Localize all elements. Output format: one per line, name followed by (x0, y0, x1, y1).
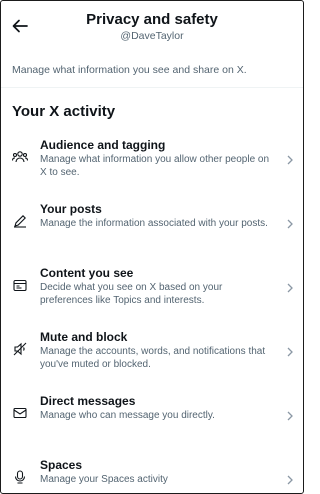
settings-item-label: Your posts (40, 202, 102, 216)
chevron-right-icon (287, 256, 293, 320)
settings-item-description: Manage your Spaces activity (40, 474, 168, 485)
settings-item-content-you-see[interactable]: Content you see Decide what you see on X… (1, 256, 303, 320)
envelope-icon (12, 405, 28, 421)
section-title: Your X activity (12, 103, 116, 120)
settings-item-spaces[interactable]: Spaces Manage your Spaces activity (1, 448, 303, 493)
settings-item-description: Manage who can message you directly. (40, 410, 215, 421)
settings-item-your-posts[interactable]: Your posts Manage the information associ… (1, 192, 303, 256)
settings-list: Audience and tagging Manage what informa… (1, 128, 303, 493)
chevron-right-icon (287, 128, 293, 192)
intro-text: Manage what information you see and shar… (1, 53, 303, 88)
page-title: Privacy and safety (86, 11, 218, 28)
settings-item-description: Manage the accounts, words, and notifica… (40, 346, 266, 370)
settings-item-label: Content you see (40, 266, 134, 280)
settings-item-mute-and-block[interactable]: Mute and block Manage the accounts, word… (1, 320, 303, 384)
settings-item-direct-messages[interactable]: Direct messages Manage who can message y… (1, 384, 303, 448)
people-icon (12, 149, 28, 165)
chevron-right-icon (287, 320, 293, 384)
settings-item-description: Manage the information associated with y… (40, 218, 268, 229)
settings-item-label: Mute and block (40, 330, 128, 344)
settings-item-audience-and-tagging[interactable]: Audience and tagging Manage what informa… (1, 128, 303, 192)
settings-item-label: Spaces (40, 458, 83, 472)
pencil-icon (12, 213, 28, 229)
chevron-right-icon (287, 192, 293, 256)
header: Privacy and safety @DaveTaylor (1, 1, 303, 53)
mute-icon (12, 341, 28, 357)
content-icon (12, 277, 28, 293)
chevron-right-icon (287, 448, 293, 493)
settings-panel: Privacy and safety @DaveTaylor Manage wh… (0, 0, 304, 494)
settings-item-description: Manage what information you allow other … (40, 154, 270, 178)
settings-item-description: Decide what you see on X based on your p… (40, 282, 223, 306)
settings-item-label: Direct messages (40, 394, 136, 408)
settings-item-label: Audience and tagging (40, 138, 166, 152)
user-handle: @DaveTaylor (120, 30, 184, 42)
chevron-right-icon (287, 384, 293, 448)
microphone-icon (12, 469, 28, 485)
